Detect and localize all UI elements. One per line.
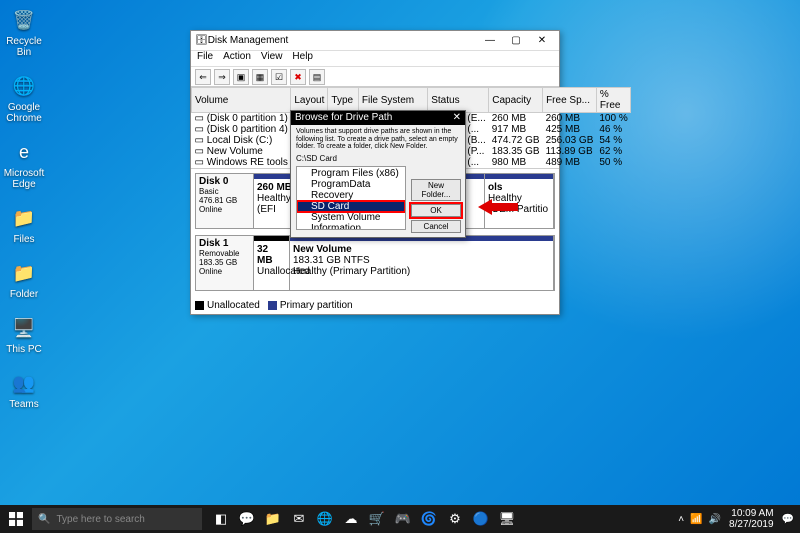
toolbar-button[interactable]: ⇐ [195, 69, 211, 85]
menu-item[interactable]: Action [223, 51, 251, 66]
tree-item[interactable]: Program Files (x86) [297, 168, 405, 179]
partition[interactable]: New Volume183.31 GB NTFSHealthy (Primary… [290, 236, 554, 290]
taskbar-app-icon[interactable]: 🌐 [312, 505, 338, 533]
desktop-icon[interactable]: 🗑️Recycle Bin [6, 6, 42, 58]
toolbar-button[interactable]: ▤ [309, 69, 325, 85]
taskbar-app-icon[interactable]: ✉ [286, 505, 312, 533]
minimize-button[interactable]: — [477, 32, 503, 50]
toolbar-button[interactable]: ⇒ [214, 69, 230, 85]
dialog-titlebar[interactable]: Browse for Drive Path ✕ [291, 111, 465, 125]
menu-item[interactable]: View [261, 51, 283, 66]
start-button[interactable] [0, 505, 32, 533]
legend: Unallocated Primary partition [195, 300, 353, 311]
ok-button[interactable]: OK [411, 204, 461, 217]
titlebar[interactable]: 🗄 Disk Management — ▢ ✕ [191, 31, 559, 51]
app-icon: 🗄 [195, 35, 208, 46]
tree-item[interactable]: System Volume Information [297, 212, 405, 230]
partition[interactable]: 32 MBUnallocated [254, 236, 290, 290]
menubar: File Action View Help [191, 51, 559, 67]
desktop-icons: 🗑️Recycle Bin 🌐Google Chrome eMicrosoft Ed… [6, 6, 42, 410]
tray-icons: ˄ 📶 🔊 [678, 514, 721, 525]
annotation-arrow [478, 199, 518, 215]
desktop-icon[interactable]: 🖥️This PC [6, 314, 42, 355]
close-button[interactable]: ✕ [529, 32, 555, 50]
system-tray: ˄ 📶 🔊 10:09 AM8/27/2019 💬 [672, 508, 800, 530]
dialog-hint: Volumes that support drive paths are sho… [296, 128, 460, 151]
column-headers: VolumeLayoutTypeFile SystemStatusCapacit… [192, 88, 631, 113]
search-icon: 🔍 [38, 514, 50, 525]
desktop-icon[interactable]: 📁Folder [6, 259, 42, 300]
taskbar-app-icon[interactable]: 🖥 [494, 505, 520, 533]
taskbar-app-icon[interactable]: ☁ [338, 505, 364, 533]
new-folder-button[interactable]: New Folder... [411, 179, 461, 201]
toolbar: ⇐⇒▣▦☑✖▤ [191, 67, 559, 87]
tray-icon[interactable]: 🔊 [709, 514, 721, 525]
toolbar-button[interactable]: ▣ [233, 69, 249, 85]
taskbar-app-icon[interactable]: 🔵 [468, 505, 494, 533]
notifications-icon[interactable]: 💬 [782, 514, 794, 525]
tray-icon[interactable]: 📶 [690, 514, 702, 525]
tree-item[interactable]: ProgramData [297, 179, 405, 190]
taskbar-app-icon[interactable]: ◧ [208, 505, 234, 533]
taskbar-app-icon[interactable]: ⚙ [442, 505, 468, 533]
desktop-icon[interactable]: 🌐Google Chrome [6, 72, 42, 124]
folder-tree[interactable]: Program Files (x86)ProgramDataRecoverySD… [296, 166, 406, 230]
search-input[interactable]: 🔍 Type here to search [32, 508, 202, 530]
browse-dialog: Browse for Drive Path ✕ Volumes that sup… [290, 110, 466, 238]
tray-icon[interactable]: ˄ [678, 514, 684, 525]
toolbar-button[interactable]: ✖ [290, 69, 306, 85]
desktop-icon[interactable]: 👥Teams [6, 369, 42, 410]
dialog-title: Browse for Drive Path [295, 112, 392, 124]
clock[interactable]: 10:09 AM8/27/2019 [729, 508, 774, 530]
tree-item[interactable]: Recovery [297, 190, 405, 201]
menu-item[interactable]: Help [292, 51, 313, 66]
taskbar-app-icon[interactable]: 🌀 [416, 505, 442, 533]
taskbar-app-icon[interactable]: 📁 [260, 505, 286, 533]
dialog-close-button[interactable]: ✕ [453, 112, 461, 124]
taskbar-app-icon[interactable]: 💬 [234, 505, 260, 533]
desktop-icon[interactable]: 📁Files [6, 204, 42, 245]
menu-item[interactable]: File [197, 51, 213, 66]
window-title: Disk Management [208, 35, 477, 46]
maximize-button[interactable]: ▢ [503, 32, 529, 50]
desktop-icon[interactable]: eMicrosoft Edge [6, 138, 42, 190]
taskbar-app-icon[interactable]: 🎮 [390, 505, 416, 533]
taskbar-app-icon[interactable]: 🛒 [364, 505, 390, 533]
toolbar-button[interactable]: ▦ [252, 69, 268, 85]
disk-row[interactable]: Disk 1Removable183.35 GBOnline32 MBUnall… [195, 235, 555, 291]
taskbar: 🔍 Type here to search ◧💬📁✉🌐☁🛒🎮🌀⚙🔵🖥 ˄📶🔊 1… [0, 505, 800, 533]
cancel-button[interactable]: Cancel [411, 220, 461, 233]
tree-item[interactable]: SD Card [297, 201, 405, 212]
taskbar-apps: ◧💬📁✉🌐☁🛒🎮🌀⚙🔵🖥 [208, 505, 520, 533]
toolbar-button[interactable]: ☑ [271, 69, 287, 85]
